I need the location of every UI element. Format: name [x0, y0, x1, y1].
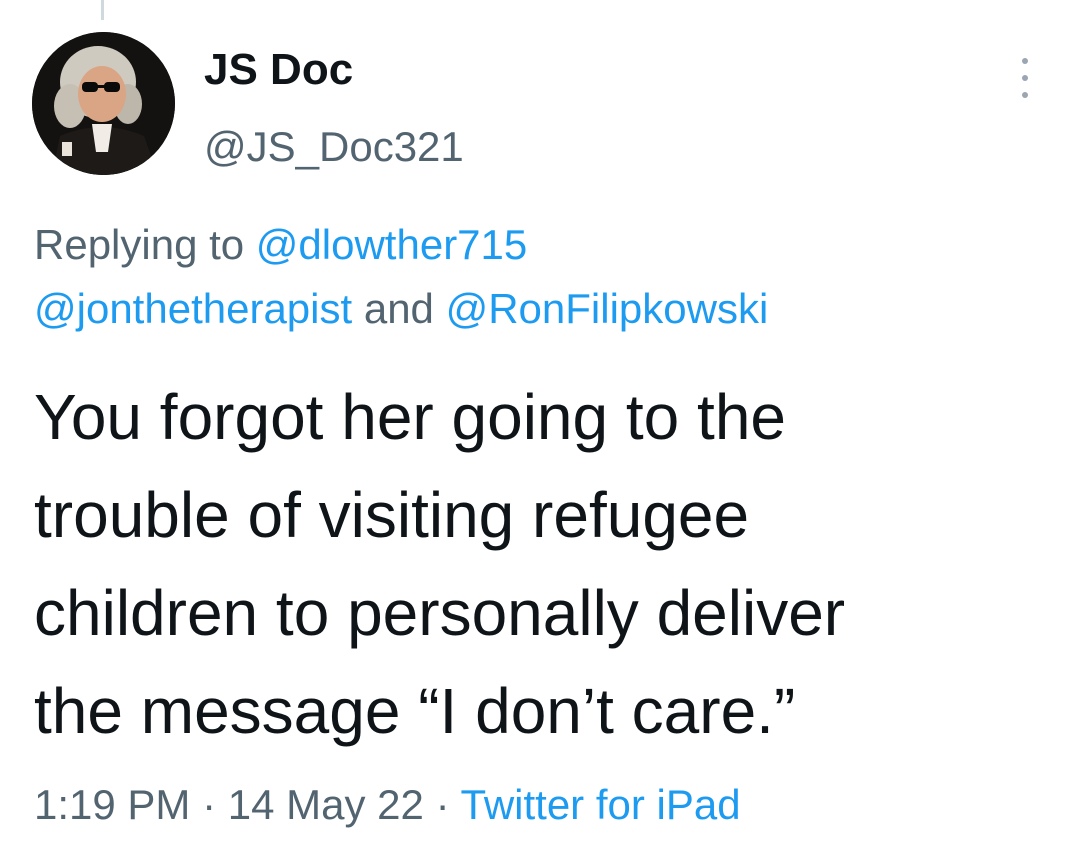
tweet-text: You forgot her going to the trouble of v… [34, 368, 1064, 760]
tweet-meta: 1:19 PM · 14 May 22 · Twitter for iPad [34, 775, 741, 835]
meta-separator: · [435, 781, 450, 828]
author-display-name[interactable]: JS Doc [204, 44, 353, 96]
tweet-source-link[interactable]: Twitter for iPad [460, 781, 740, 828]
tweet-text-line: trouble of visiting refugee [34, 479, 750, 551]
tweet-text-line: children to personally deliver [34, 577, 846, 649]
more-options-button[interactable] [1010, 58, 1040, 98]
author-handle[interactable]: @JS_Doc321 [204, 122, 464, 172]
mention-link[interactable]: @jonthetherapist [34, 285, 352, 332]
meta-separator: · [202, 781, 217, 828]
avatar[interactable] [32, 32, 175, 175]
mention-link[interactable]: @dlowther715 [256, 221, 527, 268]
thread-connector-line [101, 0, 104, 20]
replying-to-label: Replying to [34, 221, 245, 268]
mention-conjunction: and [363, 285, 434, 332]
avatar-portrait-image [32, 32, 175, 175]
tweet-text-line: You forgot her going to the [34, 381, 786, 453]
reply-context: Replying to @dlowther715 @jonthetherapis… [34, 213, 1054, 341]
more-vertical-icon-dot-2 [1022, 75, 1028, 81]
tweet-text-line: the message “I don’t care.” [34, 675, 796, 747]
more-vertical-icon [1022, 58, 1028, 64]
tweet-time[interactable]: 1:19 PM [34, 781, 190, 828]
mention-link[interactable]: @RonFilipkowski [446, 285, 769, 332]
tweet-date[interactable]: 14 May 22 [228, 781, 424, 828]
more-vertical-icon-dot-3 [1022, 92, 1028, 98]
